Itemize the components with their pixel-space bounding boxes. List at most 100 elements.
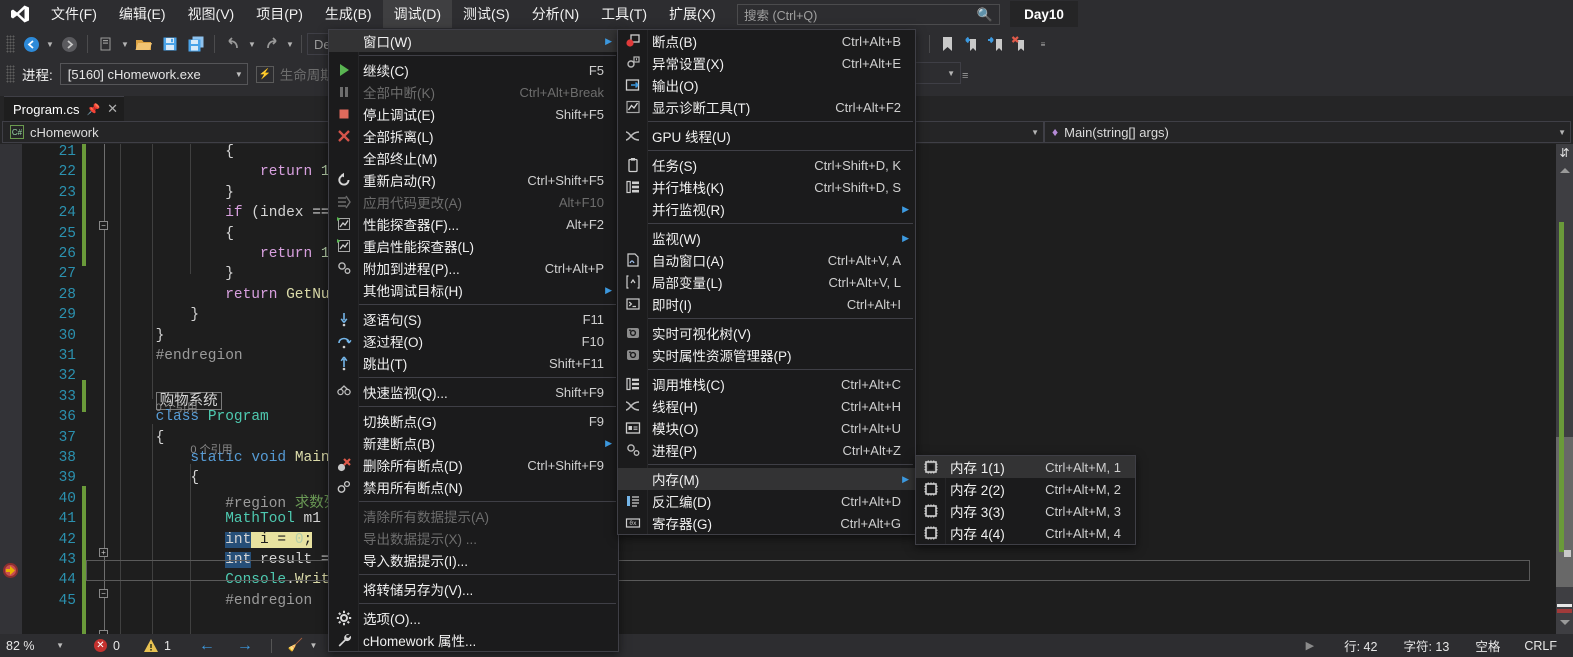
- debug-menu-item-11[interactable]: 其他调试目标(H) ▶: [329, 279, 618, 301]
- codelens-reference-class[interactable]: 0 个引用: [156, 399, 198, 415]
- new-project-icon[interactable]: [93, 32, 119, 56]
- debug-menu-item-18[interactable]: 删除所有断点(D) Ctrl+Shift+F9: [329, 454, 618, 476]
- indent-indicator[interactable]: 空格: [1475, 636, 1500, 655]
- undo-icon[interactable]: [220, 32, 246, 56]
- save-all-icon[interactable]: [183, 32, 209, 56]
- toolbar-grip[interactable]: [6, 35, 15, 53]
- navigate-back-icon[interactable]: ←: [199, 637, 215, 655]
- menu-bar-item-0[interactable]: 文件(F): [40, 0, 108, 28]
- debug-menu-item-3[interactable]: 停止调试(E) Shift+F5: [329, 103, 618, 125]
- debug-window-submenu[interactable]: 断点(B) Ctrl+Alt+B 异常设置(X) Ctrl+Alt+E 输出(O) 显示诊…: [617, 29, 916, 535]
- clear-bookmarks-icon[interactable]: [1007, 32, 1031, 56]
- window-submenu-item-15[interactable]: 线程(H) Ctrl+Alt+H: [618, 395, 915, 417]
- memory-submenu-item-2[interactable]: 内存 3(3) Ctrl+Alt+M, 3: [916, 500, 1135, 522]
- debug-menu-item-0[interactable]: 窗口(W) ▶: [329, 30, 618, 52]
- debug-menu-item-15[interactable]: 快速监视(Q)... Shift+F9: [329, 381, 618, 403]
- memory-submenu-item-3[interactable]: 内存 4(4) Ctrl+Alt+M, 4: [916, 522, 1135, 544]
- undo-dropdown-icon[interactable]: ▼: [246, 32, 258, 56]
- window-submenu-item-1[interactable]: 异常设置(X) Ctrl+Alt+E: [618, 52, 915, 74]
- toggle-bookmark-icon[interactable]: [935, 32, 959, 56]
- window-submenu-item-10[interactable]: 局部变量(L) Ctrl+Alt+V, L: [618, 271, 915, 293]
- fold-marker-24[interactable]: −: [99, 221, 108, 230]
- navigate-forward-icon[interactable]: [56, 32, 82, 56]
- process-toolbar-overflow-icon[interactable]: ≡: [962, 70, 968, 82]
- debug-menu-item-25[interactable]: cHomework 属性...: [329, 629, 618, 651]
- warning-count[interactable]: 1: [143, 639, 171, 653]
- window-submenu-item-7[interactable]: 并行监视(R) ▶: [618, 198, 915, 220]
- editor-splitter-handle[interactable]: ⇵: [1556, 144, 1573, 162]
- window-submenu-item-13[interactable]: 实时属性资源管理器(P): [618, 344, 915, 366]
- previous-bookmark-icon[interactable]: [959, 32, 983, 56]
- memory-submenu[interactable]: 内存 1(1) Ctrl+Alt+M, 1 内存 2(2) Ctrl+Alt+M, 2…: [915, 455, 1136, 545]
- menu-bar-item-7[interactable]: 分析(N): [521, 0, 590, 28]
- window-submenu-item-2[interactable]: 输出(O): [618, 74, 915, 96]
- new-project-dropdown-icon[interactable]: ▼: [119, 32, 131, 56]
- window-submenu-item-4[interactable]: GPU 线程(U): [618, 125, 915, 147]
- window-submenu-item-16[interactable]: 模块(O) Ctrl+Alt+U: [618, 417, 915, 439]
- tab-program-cs[interactable]: Program.cs 📌 ✕: [4, 96, 125, 121]
- scroll-down-icon[interactable]: [1560, 620, 1570, 625]
- fold-marker-33[interactable]: +: [99, 548, 108, 557]
- memory-submenu-item-1[interactable]: 内存 2(2) Ctrl+Alt+M, 2: [916, 478, 1135, 500]
- redo-icon[interactable]: [258, 32, 284, 56]
- debug-menu-item-4[interactable]: 全部拆离(L): [329, 125, 618, 147]
- debug-menu-item-14[interactable]: 跳出(T) Shift+F11: [329, 352, 618, 374]
- code-line[interactable]: #endregion: [86, 593, 1530, 613]
- navigate-forward-icon-status[interactable]: →: [237, 637, 253, 655]
- debug-menu-item-10[interactable]: 附加到进程(P)... Ctrl+Alt+P: [329, 257, 618, 279]
- debug-menu-item-23[interactable]: 将转储另存为(V)...: [329, 578, 618, 600]
- window-submenu-item-9[interactable]: 自动窗口(A) Ctrl+Alt+V, A: [618, 249, 915, 271]
- window-submenu-item-17[interactable]: 进程(P) Ctrl+Alt+Z: [618, 439, 915, 461]
- redo-dropdown-icon[interactable]: ▼: [284, 32, 296, 56]
- window-submenu-item-8[interactable]: 监视(W) ▶: [618, 227, 915, 249]
- debug-menu-item-19[interactable]: 禁用所有断点(N): [329, 476, 618, 498]
- pin-icon[interactable]: 📌: [86, 103, 100, 116]
- window-submenu-item-19[interactable]: 反汇编(D) Ctrl+Alt+D: [618, 490, 915, 512]
- process-select[interactable]: [5160] cHomework.exe ▼: [59, 63, 248, 85]
- window-submenu-item-12[interactable]: 实时可视化树(V): [618, 322, 915, 344]
- debug-menu-item-8[interactable]: 性能探查器(F)... Alt+F2: [329, 213, 618, 235]
- menu-bar-item-1[interactable]: 编辑(E): [108, 0, 177, 28]
- next-bookmark-icon[interactable]: [983, 32, 1007, 56]
- menu-bar-item-2[interactable]: 视图(V): [177, 0, 246, 28]
- debug-menu-item-13[interactable]: 逐过程(O) F10: [329, 330, 618, 352]
- breakpoint-margin[interactable]: [0, 144, 22, 634]
- menu-bar-item-8[interactable]: 工具(T): [590, 0, 658, 28]
- current-statement-glyph[interactable]: [3, 563, 18, 578]
- window-submenu-item-6[interactable]: 并行堆栈(K) Ctrl+Shift+D, S: [618, 176, 915, 198]
- debug-menu-item-5[interactable]: 全部终止(M): [329, 147, 618, 169]
- window-submenu-item-3[interactable]: 显示诊断工具(T) Ctrl+Alt+F2: [618, 96, 915, 118]
- navigate-backward-icon[interactable]: [18, 32, 44, 56]
- window-submenu-item-20[interactable]: 0x 寄存器(G) Ctrl+Alt+G: [618, 512, 915, 534]
- eol-indicator[interactable]: CRLF: [1524, 639, 1557, 653]
- menu-bar-item-5[interactable]: 调试(D): [382, 0, 453, 28]
- window-submenu-item-5[interactable]: 任务(S) Ctrl+Shift+D, K: [618, 154, 915, 176]
- menu-bar-item-9[interactable]: 扩展(X): [658, 0, 727, 28]
- debug-menu-item-24[interactable]: 选项(O)...: [329, 607, 618, 629]
- zoom-control[interactable]: 82 % ▼: [0, 634, 70, 657]
- close-icon[interactable]: ✕: [107, 101, 118, 117]
- breadcrumb-member-select[interactable]: ♦ Main(string[] args) ▼: [1044, 121, 1571, 143]
- debug-menu-item-16[interactable]: 切换断点(G) F9: [329, 410, 618, 432]
- navigate-backward-dropdown-icon[interactable]: ▼: [44, 32, 56, 56]
- debug-menu-item-9[interactable]: 重启性能探查器(L): [329, 235, 618, 257]
- fold-marker-36[interactable]: −: [99, 589, 108, 598]
- window-submenu-item-11[interactable]: 即时(I) Ctrl+Alt+I: [618, 293, 915, 315]
- codelens-reference-main[interactable]: 0 个引用: [190, 441, 232, 457]
- window-submenu-item-18[interactable]: 内存(M) ▶: [618, 468, 915, 490]
- thread-select[interactable]: ▼: [905, 62, 1015, 86]
- open-file-icon[interactable]: [131, 32, 157, 56]
- window-submenu-item-14[interactable]: 调用堆栈(C) Ctrl+Alt+C: [618, 373, 915, 395]
- chevron-down-icon[interactable]: ▼: [309, 641, 317, 650]
- toolbar-overflow-icon[interactable]: ≡: [1037, 32, 1049, 56]
- debug-menu-item-12[interactable]: 逐语句(S) F11: [329, 308, 618, 330]
- menu-bar-item-6[interactable]: 测试(S): [452, 0, 521, 28]
- process-toolbar-grip[interactable]: [6, 65, 15, 83]
- debug-menu-item-17[interactable]: 新建断点(B) ▶: [329, 432, 618, 454]
- memory-submenu-item-0[interactable]: 内存 1(1) Ctrl+Alt+M, 1: [916, 456, 1135, 478]
- error-count[interactable]: ✕ 0: [94, 639, 120, 653]
- save-icon[interactable]: [157, 32, 183, 56]
- menu-bar-item-3[interactable]: 项目(P): [245, 0, 314, 28]
- debug-menu-item-6[interactable]: 重新启动(R) Ctrl+Shift+F5: [329, 169, 618, 191]
- debug-menu-item-22[interactable]: 导入数据提示(I)...: [329, 549, 618, 571]
